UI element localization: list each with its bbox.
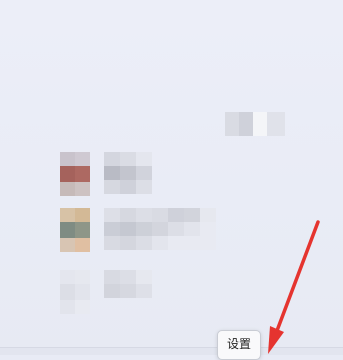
list-item[interactable] <box>58 270 218 316</box>
blurred-item-label <box>104 270 152 298</box>
blurred-item-label <box>104 208 216 250</box>
blurred-app-icon <box>60 270 90 314</box>
list-item[interactable] <box>58 152 218 198</box>
blurred-account-pill[interactable] <box>225 112 285 136</box>
settings-tooltip-label: 设置 <box>226 337 251 351</box>
settings-tooltip: 设置 <box>217 330 261 360</box>
blurred-app-icon <box>60 208 90 252</box>
blurred-app-icon <box>60 152 90 196</box>
list-item[interactable] <box>58 208 218 254</box>
blurred-item-label <box>104 152 152 194</box>
